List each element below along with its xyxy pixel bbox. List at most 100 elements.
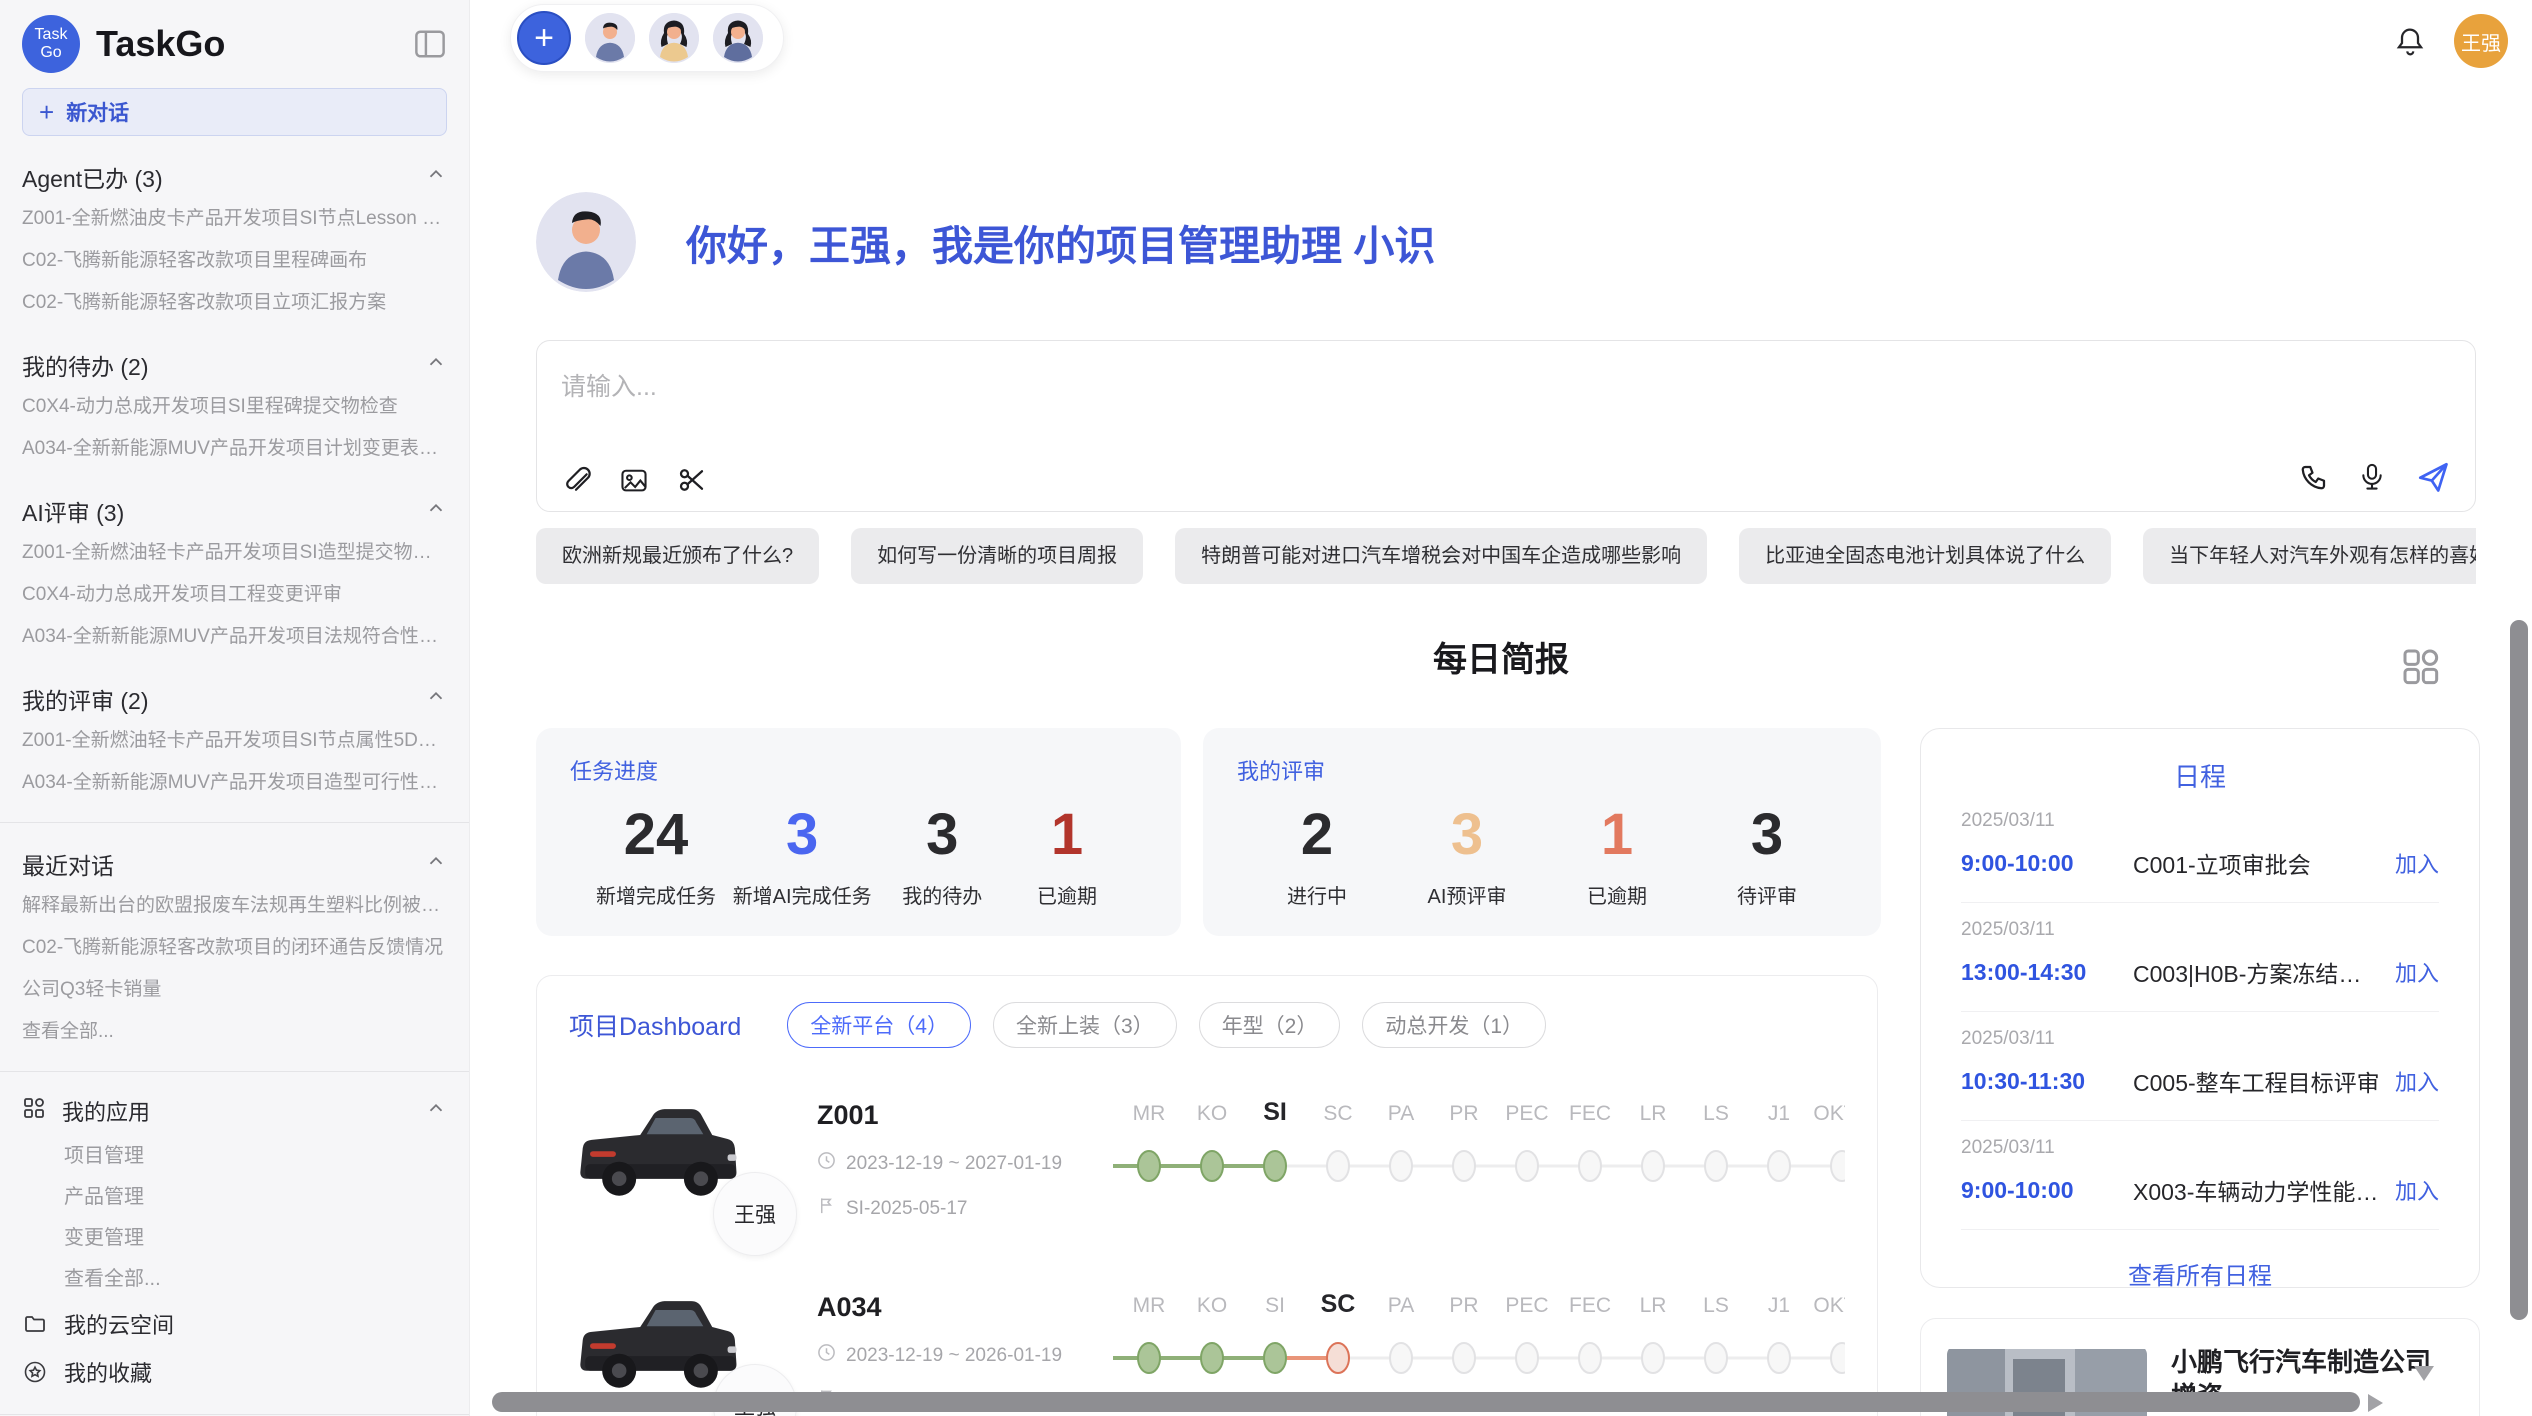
stat-label: 已逾期 — [1563, 880, 1671, 909]
sidebar-item[interactable]: Z001-全新燃油轻卡产品开发项目SI造型提交物评审 — [22, 532, 447, 574]
schedule-item: 2025/03/119:00-10:00C001-立项审批会加入 — [1961, 794, 2439, 903]
sidebar: Task Go TaskGo + 新对话 Agent已办 (3)Z001-全新燃… — [0, 0, 470, 1416]
sidebar-item-project-mgmt[interactable]: 项目管理 — [22, 1136, 447, 1177]
mic-icon[interactable] — [2357, 462, 2387, 492]
chat-input[interactable] — [537, 341, 2475, 437]
my-apps-label: 我的应用 — [62, 1095, 150, 1127]
schedule-name: C001-立项审批会 — [2133, 846, 2381, 880]
scroll-down-arrow[interactable] — [2414, 1366, 2434, 1381]
sidebar-section-header[interactable]: 我的待办 (2) — [22, 344, 447, 386]
schedule-title: 日程 — [1961, 757, 2439, 794]
sidebar-item[interactable]: Z001-全新燃油轻卡产品开发项目SI节点属性5D文件评审 — [22, 720, 447, 762]
sidebar-item-change-mgmt[interactable]: 变更管理 — [22, 1218, 447, 1259]
dashboard-tab[interactable]: 全新平台（4） — [787, 1002, 971, 1048]
stat-label: 我的待办 — [888, 880, 996, 909]
sidebar-item[interactable]: 公司Q3轻卡销量 — [22, 969, 447, 1011]
sidebar-item[interactable]: C0X4-动力总成开发项目工程变更评审 — [22, 574, 447, 616]
svg-text:PA: PA — [1388, 1102, 1414, 1125]
session-avatar-3[interactable] — [713, 13, 763, 63]
schedule-line: 9:00-10:00C001-立项审批会加入 — [1961, 846, 2439, 880]
scissors-icon[interactable] — [677, 465, 707, 495]
svg-text:OKTB: OKTB — [1813, 1294, 1845, 1317]
sidebar-item-favorites[interactable]: 我的收藏 — [22, 1348, 447, 1396]
sidebar-item-view-all-apps[interactable]: 查看全部... — [22, 1259, 447, 1300]
sidebar-section-header[interactable]: 我的评审 (2) — [22, 678, 447, 720]
session-avatar-2[interactable] — [649, 13, 699, 63]
sidebar-item-product-mgmt[interactable]: 产品管理 — [22, 1177, 447, 1218]
project-milestones: MRKOSISCPAPRPECFECLRLSJ1OKTB — [1109, 1088, 1845, 1203]
brief-card: 任务进度24新增完成任务3新增AI完成任务3我的待办1已逾期 — [536, 728, 1181, 936]
paperclip-icon[interactable] — [561, 465, 591, 495]
sidebar-item[interactable]: C02-飞腾新能源轻客改款项目里程碑画布 — [22, 240, 447, 282]
svg-text:FEC: FEC — [1569, 1102, 1611, 1125]
new-chat-button[interactable]: + 新对话 — [22, 88, 447, 136]
sidebar-item[interactable]: C02-飞腾新能源轻客改款项目的闭环通告反馈情况 — [22, 927, 447, 969]
logo-line2: Go — [40, 44, 61, 62]
project-car: 王强 — [569, 1088, 799, 1240]
app-title: TaskGo — [96, 23, 397, 65]
svg-text:LR: LR — [1640, 1102, 1667, 1125]
schedule-item: 2025/03/1113:00-14:30C003|H0B-方案冻结评审加入 — [1961, 903, 2439, 1012]
horizontal-scrollbar[interactable] — [492, 1392, 2360, 1412]
suggestion-chip[interactable]: 比亚迪全固态电池计划具体说了什么 — [1739, 528, 2111, 584]
sidebar-item[interactable]: A034-全新新能源MUV产品开发项目法规符合性评审 — [22, 616, 447, 658]
user-avatar[interactable]: 王强 — [2454, 14, 2508, 68]
sidebar-section-header[interactable]: Agent已办 (3) — [22, 156, 447, 198]
phone-icon[interactable] — [2299, 462, 2329, 492]
scroll-right-arrow[interactable] — [2368, 1394, 2383, 1412]
dashboard-tab[interactable]: 动总开发（1） — [1362, 1002, 1546, 1048]
stat-value: 2 — [1263, 802, 1371, 868]
suggestion-chips: 欧洲新规最近颁布了什么? 如何写一份清晰的项目周报特朗普可能对进口汽车增税会对中国… — [536, 528, 2476, 584]
sidebar-item[interactable]: A034-全新新能源MUV产品开发项目造型可行性评审 — [22, 762, 447, 804]
suggestion-chip[interactable]: 特朗普可能对进口汽车增税会对中国车企造成哪些影响 — [1175, 528, 1707, 584]
schedule-date: 2025/03/11 — [1961, 1028, 2439, 1050]
sidebar-section-header[interactable]: 最近对话 — [22, 843, 447, 885]
suggestion-chip[interactable]: 欧洲新规最近颁布了什么? — [536, 528, 819, 584]
sidebar-section-title: 我的评审 (2) — [22, 682, 149, 716]
suggestion-chip[interactable]: 如何写一份清晰的项目周报 — [851, 528, 1143, 584]
new-session-button[interactable]: + — [517, 11, 571, 65]
stat-value: 24 — [596, 802, 716, 868]
main-content: + 王强 — [470, 0, 2532, 1416]
sidebar-section: 最近对话解释最新出台的欧盟报废车法规再生塑料比例被调至15%...C02-飞腾新… — [22, 843, 447, 1053]
daily-brief-cards: 任务进度24新增完成任务3新增AI完成任务3我的待办1已逾期我的评审2进行中3A… — [536, 728, 1881, 936]
sidebar-item[interactable]: C02-飞腾新能源轻客改款项目立项汇报方案 — [22, 282, 447, 324]
chat-input-box[interactable] — [536, 340, 2476, 512]
sidebar-item[interactable]: C0X4-动力总成开发项目SI里程碑提交物检查 — [22, 386, 447, 428]
schedule-item: 2025/03/1110:30-11:30C005-整车工程目标评审加入 — [1961, 1012, 2439, 1121]
new-chat-label: 新对话 — [66, 97, 129, 127]
project-dates: 2023-12-19 ~ 2026-01-19 — [817, 1343, 1109, 1368]
svg-text:PA: PA — [1388, 1294, 1414, 1317]
vertical-scrollbar[interactable] — [2510, 620, 2528, 1320]
sidebar-item[interactable]: 解释最新出台的欧盟报废车法规再生塑料比例被调至15%... — [22, 885, 447, 927]
dashboard-tab[interactable]: 全新上装（3） — [993, 1002, 1177, 1048]
session-avatar-1[interactable] — [585, 13, 635, 63]
sidebar-item[interactable]: 查看全部... — [22, 1011, 447, 1053]
logo-line1: Task — [35, 26, 68, 44]
view-all-schedule-link[interactable]: 查看所有日程 — [1961, 1256, 2439, 1291]
sidebar-item-cloud-space[interactable]: 我的云空间 — [22, 1300, 447, 1348]
chevron-up-icon — [425, 850, 447, 878]
svg-text:PR: PR — [1449, 1102, 1478, 1125]
svg-text:PEC: PEC — [1505, 1294, 1548, 1317]
sidebar-section-header[interactable]: AI评审 (3) — [22, 490, 447, 532]
schedule-line: 9:00-10:00X003-车辆动力学性能验...加入 — [1961, 1173, 2439, 1207]
layout-grid-icon[interactable] — [2400, 646, 2440, 691]
join-link[interactable]: 加入 — [2395, 956, 2439, 988]
sidebar-item[interactable]: Z001-全新燃油皮卡产品开发项目SI节点Lesson Learn报告 — [22, 198, 447, 240]
sidebar-collapse-icon[interactable] — [413, 29, 447, 59]
send-icon[interactable] — [2415, 459, 2451, 495]
sidebar-section: 我的评审 (2) Z001-全新燃油轻卡产品开发项目SI节点属性5D文件评审A03… — [22, 678, 447, 804]
image-icon[interactable] — [619, 465, 649, 495]
svg-text:LS: LS — [1703, 1294, 1729, 1317]
join-link[interactable]: 加入 — [2395, 1174, 2439, 1206]
sidebar-item[interactable]: A034-全新新能源MUV产品开发项目计划变更表编写 — [22, 428, 447, 470]
join-link[interactable]: 加入 — [2395, 1065, 2439, 1097]
dashboard-tab[interactable]: 年型（2） — [1199, 1002, 1341, 1048]
sidebar-item-my-apps[interactable]: 我的应用 — [22, 1086, 447, 1136]
svg-text:SI: SI — [1263, 1098, 1287, 1126]
join-link[interactable]: 加入 — [2395, 847, 2439, 879]
bell-icon[interactable] — [2394, 25, 2426, 57]
project-milestones: MRKOSISCPAPRPECFECLRLSJ1OKTB — [1109, 1280, 1845, 1395]
suggestion-chip[interactable]: 当下年轻人对汽车外观有怎样的喜好趋势 — [2143, 528, 2476, 584]
